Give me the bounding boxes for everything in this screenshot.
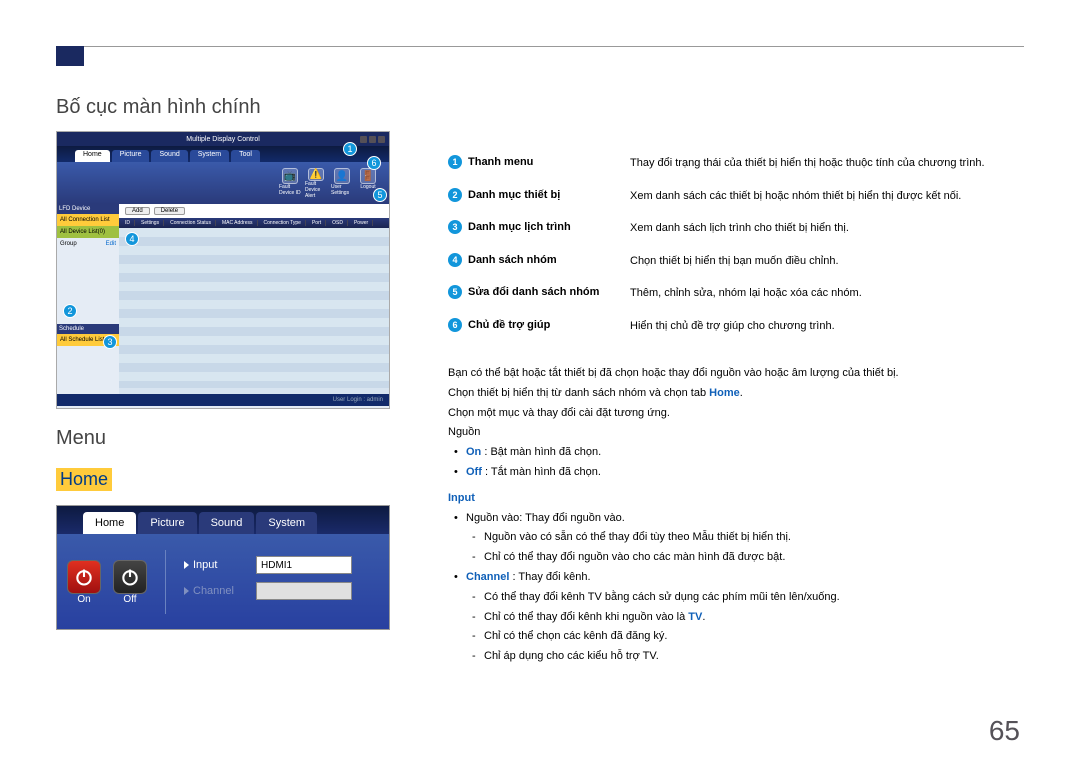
channel-label: Channel xyxy=(184,585,248,597)
mdc-sidebar: LFD Device All Connection List All Devic… xyxy=(57,204,119,394)
delete-button[interactable]: Delete xyxy=(154,207,185,215)
bullet-input-source: Nguồn vào: Thay đổi nguồn vào. xyxy=(448,509,1020,529)
mdc-screenshot: Multiple Display Control Home Picture So… xyxy=(56,131,390,409)
group-label: Group xyxy=(60,241,77,247)
desc-row: 6Chủ đề trợ giúpHiển thị chủ đề trợ giúp… xyxy=(448,318,1020,335)
arrow-icon-dim xyxy=(184,587,189,595)
sidebar-header-device: LFD Device xyxy=(57,204,119,214)
bullet-on: On : Bật màn hình đã chọn. xyxy=(448,443,1020,463)
alert-icon: ⚠️ xyxy=(308,168,324,181)
user-icon: 👤 xyxy=(334,168,350,184)
app-title: Multiple Display Control xyxy=(186,136,260,143)
desc-row: 3Danh mục lịch trìnhXem danh sách lịch t… xyxy=(448,220,1020,237)
mdc-tab-bar: Home Picture Sound System Tool 1 6 xyxy=(57,146,389,162)
header-logo-square xyxy=(56,46,84,66)
callout-6: 6 xyxy=(367,156,381,170)
home-heading: Home xyxy=(56,468,112,491)
dash-note: Nguồn vào có sẵn có thể thay đổi tùy the… xyxy=(448,528,1020,548)
power-off-button[interactable]: Off xyxy=(113,560,147,605)
header-rule xyxy=(56,46,1024,54)
power-off-icon xyxy=(113,560,147,594)
tab-home[interactable]: Home xyxy=(75,150,110,162)
fault-device-alert-button[interactable]: ⚠️Fault Device Alert xyxy=(305,168,327,198)
bullet-channel: Channel : Thay đổi kênh. xyxy=(448,568,1020,588)
input-select[interactable] xyxy=(256,556,352,574)
dash-note: Chỉ có thể chọn các kênh đã đăng ký. xyxy=(448,627,1020,647)
channel-select xyxy=(256,582,352,600)
tab-picture[interactable]: Picture xyxy=(112,150,150,162)
menu-tabs: Home Picture Sound System xyxy=(57,506,389,534)
desc-row: 2Danh mục thiết bịXem danh sách các thiế… xyxy=(448,188,1020,205)
window-control-icons xyxy=(360,136,385,143)
user-settings-button[interactable]: 👤User Settings xyxy=(331,168,353,198)
all-connection-list[interactable]: All Connection List xyxy=(57,214,119,226)
monitor-icon: 📺 xyxy=(282,168,298,184)
input-heading: Input xyxy=(448,489,1020,509)
callout-4: 4 xyxy=(125,232,139,246)
tab-sound[interactable]: Sound xyxy=(151,150,187,162)
desc-row: 4Danh sách nhómChọn thiết bị hiển thị bạ… xyxy=(448,253,1020,270)
description-body: Bạn có thể bật hoặc tắt thiết bị đã chọn… xyxy=(448,364,1020,667)
tab-picture-2[interactable]: Picture xyxy=(138,512,196,534)
section-title: Bố cục màn hình chính xyxy=(56,96,390,119)
bullet-off: Off : Tắt màn hình đã chọn. xyxy=(448,463,1020,483)
dash-note: Có thể thay đổi kênh TV bằng cách sử dụn… xyxy=(448,588,1020,608)
fault-device-id-button[interactable]: 📺Fault Device ID xyxy=(279,168,301,198)
paragraph: Chọn một mục và thay đổi cài đặt tương ứ… xyxy=(448,404,1020,424)
menu-screenshot: Home Picture Sound System On Off Input xyxy=(56,505,390,630)
arrow-icon xyxy=(184,561,189,569)
sidebar-header-schedule: Schedule xyxy=(57,324,119,334)
dash-note: Chỉ áp dụng cho các kiểu hỗ trợ TV. xyxy=(448,647,1020,667)
mdc-toolbar: 📺Fault Device ID ⚠️Fault Device Alert 👤U… xyxy=(57,162,389,204)
input-fields: Input Channel xyxy=(184,556,352,608)
add-button[interactable]: Add xyxy=(125,207,150,215)
mdc-main-panel: Add Delete ID Settings Connection Status… xyxy=(119,204,389,394)
desc-row: 5Sửa đổi danh sách nhómThêm, chỉnh sửa, … xyxy=(448,285,1020,302)
tab-home-2[interactable]: Home xyxy=(83,512,136,534)
status-bar: User Login : admin xyxy=(57,394,389,406)
power-on-button[interactable]: On xyxy=(67,560,101,605)
edit-link[interactable]: Edit xyxy=(106,241,116,247)
paragraph: Chọn thiết bị hiển thị từ danh sách nhóm… xyxy=(448,384,1020,404)
menu-body: On Off Input Channel xyxy=(57,534,389,630)
tab-sound-2[interactable]: Sound xyxy=(199,512,255,534)
tab-system-2[interactable]: System xyxy=(256,512,317,534)
callout-2: 2 xyxy=(63,304,77,318)
device-grid: 4 xyxy=(119,228,389,388)
dash-note: Chỉ có thể thay đổi kênh khi nguồn vào l… xyxy=(448,608,1020,628)
logout-icon: 🚪 xyxy=(360,168,376,184)
paragraph: Bạn có thể bật hoặc tắt thiết bị đã chọn… xyxy=(448,364,1020,384)
source-heading: Nguồn xyxy=(448,423,1020,443)
callout-5: 5 xyxy=(373,188,387,202)
all-device-list[interactable]: All Device List(0) xyxy=(57,226,119,238)
callout-1: 1 xyxy=(343,142,357,156)
page-number: 65 xyxy=(989,715,1020,747)
mdc-titlebar: Multiple Display Control xyxy=(57,132,389,146)
menu-title: Menu xyxy=(56,427,390,450)
mdc-body: LFD Device All Connection List All Devic… xyxy=(57,204,389,394)
column-headers: ID Settings Connection Status MAC Addres… xyxy=(119,218,389,228)
callout-3: 3 xyxy=(103,335,117,349)
desc-row: 1Thanh menuThay đổi trạng thái của thiết… xyxy=(448,155,1020,172)
left-column: Bố cục màn hình chính Multiple Display C… xyxy=(56,96,390,630)
dash-note: Chỉ có thể thay đổi nguồn vào cho các mà… xyxy=(448,548,1020,568)
input-label: Input xyxy=(184,559,248,571)
power-on-icon xyxy=(67,560,101,594)
tab-tool[interactable]: Tool xyxy=(231,150,260,162)
action-bar: Add Delete xyxy=(119,204,389,218)
right-column: 1Thanh menuThay đổi trạng thái của thiết… xyxy=(448,155,1020,667)
divider xyxy=(165,550,166,614)
all-schedule-list[interactable]: All Schedule List 3 xyxy=(57,334,119,346)
tab-system[interactable]: System xyxy=(190,150,229,162)
